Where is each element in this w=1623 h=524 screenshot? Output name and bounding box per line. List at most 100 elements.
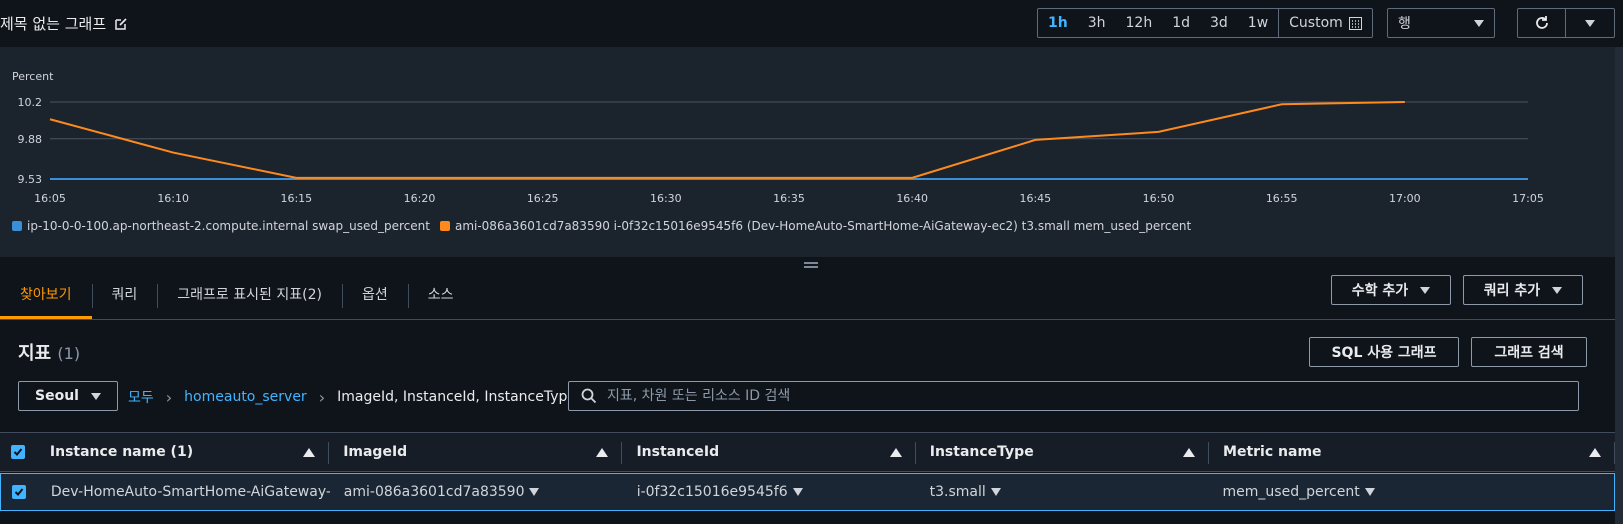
x-tick-label: 16:05	[34, 192, 66, 205]
add-query-button[interactable]: 쿼리 추가	[1463, 275, 1583, 305]
breadcrumb-dimensions: ImageId, InstanceId, InstanceType	[337, 389, 577, 405]
column-header-label: InstanceType	[929, 444, 1034, 460]
tab-graphed-metrics[interactable]: 그래프로 표시된 지표(2)	[157, 272, 342, 319]
x-tick-label: 16:50	[1143, 192, 1175, 205]
x-tick-label: 16:10	[157, 192, 189, 205]
breadcrumb-all[interactable]: 모두	[128, 387, 154, 407]
chevron-right-icon: ›	[165, 387, 173, 407]
column-header[interactable]: ImageId	[329, 433, 623, 471]
caret-down-icon	[1364, 488, 1375, 496]
legend-swatch	[12, 221, 22, 231]
range-1w[interactable]: 1w	[1238, 9, 1278, 37]
metric-search	[568, 381, 1579, 411]
table-header: Instance name (1) ImageId InstanceId Ins…	[0, 432, 1615, 472]
column-header[interactable]: InstanceId	[622, 433, 916, 471]
range-12h[interactable]: 12h	[1116, 9, 1163, 37]
cell-instance-name: Dev-HomeAuto-SmartHome-AiGateway-ec2	[50, 484, 330, 500]
row-checkbox[interactable]	[1, 474, 37, 510]
period-select-value: 행	[1398, 16, 1411, 32]
column-header-label: Instance name (1)	[49, 444, 194, 460]
legend-item[interactable]: ami-086a3601cd7a83590 i-0f32c15016e9545f…	[439, 219, 1192, 233]
x-tick-label: 16:45	[1019, 192, 1051, 205]
tab-source[interactable]: 소스	[407, 272, 474, 319]
breadcrumb-namespace[interactable]: homeauto_server	[184, 389, 307, 405]
resize-handle[interactable]	[804, 262, 818, 268]
column-header-label: Metric name	[1223, 444, 1322, 460]
sort-up-icon	[1589, 447, 1601, 457]
cell-value: ami-086a3601cd7a83590	[343, 484, 525, 500]
range-3h[interactable]: 3h	[1078, 9, 1116, 37]
chevron-down-icon	[90, 392, 101, 400]
range-1d[interactable]: 1d	[1162, 9, 1200, 37]
caret-down-icon	[529, 488, 540, 496]
legend-swatch	[439, 221, 450, 231]
cell-image-id[interactable]: ami-086a3601cd7a83590	[330, 474, 623, 510]
y-tick-label: 10.2	[18, 96, 43, 109]
period-select[interactable]: 행	[1387, 8, 1495, 38]
tab-browse[interactable]: 찾아보기	[0, 272, 92, 319]
legend-item[interactable]: ip-10-0-0-100.ap-northeast-2.compute.int…	[12, 219, 430, 233]
refresh-dropdown-button[interactable]	[1566, 9, 1614, 37]
add-query-label: 쿼리 추가	[1483, 283, 1541, 299]
x-tick-label: 16:15	[280, 192, 312, 205]
cell-value: i-0f32c15016e9545f6	[636, 484, 788, 500]
add-math-label: 수학 추가	[1351, 283, 1409, 299]
chevron-down-icon	[1420, 286, 1431, 294]
legend-label: ip-10-0-0-100.ap-northeast-2.compute.int…	[27, 219, 430, 233]
region-label: Seoul	[35, 388, 79, 404]
chart-panel: Percent 10.2 9.88 9.53 16:05 16:10 16:15 16:20 1…	[0, 47, 1615, 257]
metrics-heading: 지표 (1)	[18, 339, 80, 365]
add-math-button[interactable]: 수학 추가	[1331, 275, 1451, 305]
range-1h[interactable]: 1h	[1038, 9, 1078, 37]
caret-down-icon	[792, 488, 803, 496]
tab-query[interactable]: 쿼리	[91, 272, 158, 319]
cell-value: t3.small	[929, 484, 986, 500]
search-input[interactable]	[607, 388, 1567, 404]
chevron-down-icon	[1474, 19, 1484, 27]
check-icon	[13, 448, 23, 456]
cell-instance-id[interactable]: i-0f32c15016e9545f6	[623, 474, 916, 510]
scrollbar[interactable]	[1615, 47, 1623, 524]
sort-up-icon	[596, 447, 609, 457]
y-tick-label: 9.53	[18, 173, 43, 186]
column-header[interactable]: Metric name	[1209, 433, 1615, 471]
time-range-group: 1h 3h 12h 1d 3d 1w Custom	[1037, 8, 1373, 38]
region-select[interactable]: Seoul	[18, 381, 118, 411]
cell-value: mem_used_percent	[1222, 484, 1360, 500]
x-tick-label: 17:00	[1389, 192, 1421, 205]
column-header[interactable]: InstanceType	[916, 433, 1210, 471]
range-custom[interactable]: Custom	[1278, 9, 1372, 37]
checkbox	[10, 445, 25, 459]
check-icon	[14, 488, 24, 496]
y-axis-label: Percent	[12, 70, 54, 83]
refresh-icon	[1535, 16, 1548, 29]
refresh-button[interactable]	[1518, 9, 1566, 37]
select-all-checkbox[interactable]	[0, 433, 36, 471]
column-header-label: ImageId	[343, 444, 408, 460]
tab-options[interactable]: 옵션	[341, 272, 408, 319]
calendar-icon	[1348, 16, 1362, 30]
cell-instance-type[interactable]: t3.small	[916, 474, 1209, 510]
edit-icon[interactable]	[114, 17, 128, 31]
graph-title[interactable]: 제목 없는 그래프	[0, 13, 128, 34]
chart-legend: ip-10-0-0-100.ap-northeast-2.compute.int…	[12, 219, 1191, 233]
table-row[interactable]: Dev-HomeAuto-SmartHome-AiGateway-ec2 ami…	[0, 473, 1615, 511]
x-tick-label: 16:30	[650, 192, 682, 205]
graph-search-button[interactable]: 그래프 검색	[1471, 337, 1587, 367]
series-line-2	[49, 101, 1405, 179]
chevron-down-icon	[1585, 19, 1595, 27]
cell-metric-name[interactable]: mem_used_percent	[1209, 474, 1614, 510]
sort-up-icon	[1183, 447, 1196, 457]
range-3d[interactable]: 3d	[1200, 9, 1238, 37]
legend-label: ami-086a3601cd7a83590 i-0f32c15016e9545f…	[454, 219, 1192, 233]
range-custom-label: Custom	[1289, 15, 1343, 31]
sql-graph-button[interactable]: SQL 사용 그래프	[1309, 337, 1459, 367]
column-header[interactable]: Instance name (1)	[36, 433, 330, 471]
sort-up-icon	[889, 447, 902, 457]
x-tick-label: 17:05	[1512, 192, 1544, 205]
line-chart: Percent 10.2 9.88 9.53 16:05 16:10 16:15 16:20 1…	[12, 70, 1544, 205]
x-tick-label: 16:55	[1266, 192, 1298, 205]
x-tick-label: 16:35	[773, 192, 805, 205]
chevron-right-icon: ›	[318, 387, 326, 407]
x-tick-label: 16:25	[527, 192, 559, 205]
